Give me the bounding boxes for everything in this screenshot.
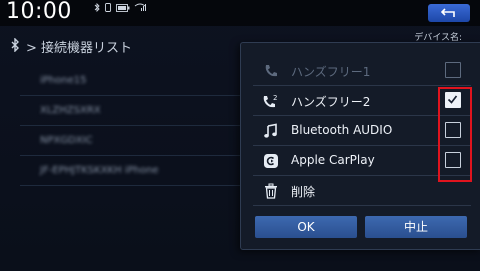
- ok-button[interactable]: OK: [255, 216, 357, 238]
- battery-icon: [116, 3, 130, 12]
- menu-item-label: ハンズフリー2: [291, 95, 371, 109]
- phone-2-icon: 2: [263, 94, 277, 108]
- list-item[interactable]: XLZHZSXRX: [20, 96, 240, 126]
- svg-text:2: 2: [273, 94, 277, 102]
- bluetooth-icon: [94, 3, 100, 12]
- device-name: NPXGDXIC: [40, 135, 93, 146]
- status-icons: [94, 3, 146, 12]
- breadcrumb: > 接続機器リスト: [26, 41, 133, 56]
- menu-item-label: ハンズフリー1: [291, 65, 371, 79]
- profile-popup: ハンズフリー1 2 ハンズフリー2 Bluetooth AUDIO Apple …: [240, 42, 480, 250]
- trash-icon: [265, 183, 277, 199]
- clock: 10:00: [6, 0, 72, 24]
- list-item[interactable]: iPhone15: [20, 66, 240, 96]
- menu-item-label: 削除: [291, 185, 316, 199]
- device-name: iPhone15: [40, 75, 87, 86]
- bluetooth-icon: [11, 38, 19, 52]
- phone-icon: [265, 65, 277, 77]
- carplay-icon: [264, 154, 278, 168]
- list-item[interactable]: JF-EPHJTKSKXKH iPhone: [20, 156, 240, 186]
- list-item[interactable]: NPXGDXIC: [20, 126, 240, 156]
- signal-icon: [134, 3, 146, 11]
- phone-icon: [105, 3, 111, 12]
- menu-item-label: Apple CarPlay: [291, 153, 375, 167]
- cancel-button[interactable]: 中止: [365, 216, 467, 238]
- back-button[interactable]: [428, 4, 470, 22]
- status-bar: 10:00: [0, 0, 480, 26]
- handsfree-1-checkbox: [445, 62, 461, 78]
- back-arrow-icon: [441, 8, 455, 17]
- checkbox-highlight-frame: [438, 87, 472, 182]
- music-note-icon: [264, 123, 277, 138]
- menu-item-handsfree-1: ハンズフリー1: [253, 57, 471, 86]
- device-name: JF-EPHJTKSKXKH iPhone: [40, 165, 159, 176]
- device-list: iPhone15 XLZHZSXRX NPXGDXIC JF-EPHJTKSKX…: [20, 66, 240, 186]
- device-name: XLZHZSXRX: [40, 105, 101, 116]
- menu-item-label: Bluetooth AUDIO: [291, 123, 393, 137]
